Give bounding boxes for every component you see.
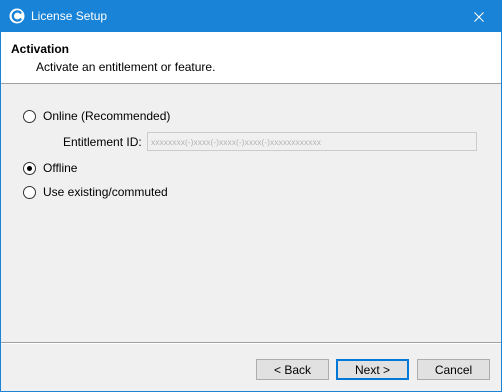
page-description: Activate an entitlement or feature. bbox=[36, 60, 216, 74]
back-button[interactable]: < Back bbox=[256, 359, 329, 380]
offline-label: Offline bbox=[43, 161, 78, 175]
next-button[interactable]: Next > bbox=[336, 359, 409, 380]
entitlement-id-input[interactable] bbox=[147, 132, 477, 151]
license-setup-window: License Setup Activation Activate an ent… bbox=[0, 0, 502, 392]
online-label: Online (Recommended) bbox=[43, 109, 171, 123]
cancel-button[interactable]: Cancel bbox=[417, 359, 490, 380]
window-title: License Setup bbox=[31, 9, 108, 23]
entitlement-id-label: Entitlement ID: bbox=[63, 135, 142, 149]
offline-option[interactable]: Offline bbox=[23, 160, 77, 176]
online-option[interactable]: Online (Recommended) bbox=[23, 108, 170, 124]
offline-radio[interactable] bbox=[23, 161, 36, 175]
footer-divider bbox=[1, 342, 501, 344]
existing-option[interactable]: Use existing/commuted bbox=[23, 184, 168, 200]
title-bar[interactable]: License Setup bbox=[1, 1, 501, 32]
page-title: Activation bbox=[11, 42, 70, 56]
close-button[interactable] bbox=[456, 1, 501, 32]
online-radio[interactable] bbox=[23, 109, 36, 123]
existing-radio[interactable] bbox=[23, 185, 36, 199]
close-icon bbox=[473, 11, 484, 22]
app-logo-icon bbox=[9, 8, 25, 24]
wizard-header: Activation Activate an entitlement or fe… bbox=[1, 32, 501, 84]
existing-label: Use existing/commuted bbox=[43, 185, 168, 199]
